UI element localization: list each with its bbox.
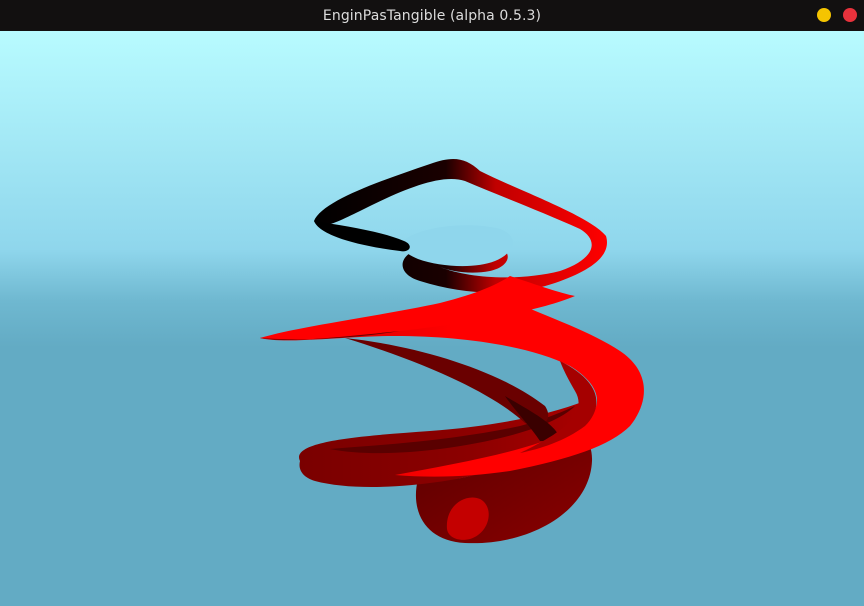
render-viewport[interactable] [0, 31, 864, 606]
title-bar[interactable]: EnginPasTangible (alpha 0.5.3) [0, 0, 864, 31]
app-window: EnginPasTangible (alpha 0.5.3) [0, 0, 864, 606]
minimize-button[interactable] [817, 8, 831, 22]
close-button[interactable] [843, 8, 857, 22]
window-title: EnginPasTangible (alpha 0.5.3) [322, 7, 542, 24]
scene-canvas [0, 31, 864, 606]
